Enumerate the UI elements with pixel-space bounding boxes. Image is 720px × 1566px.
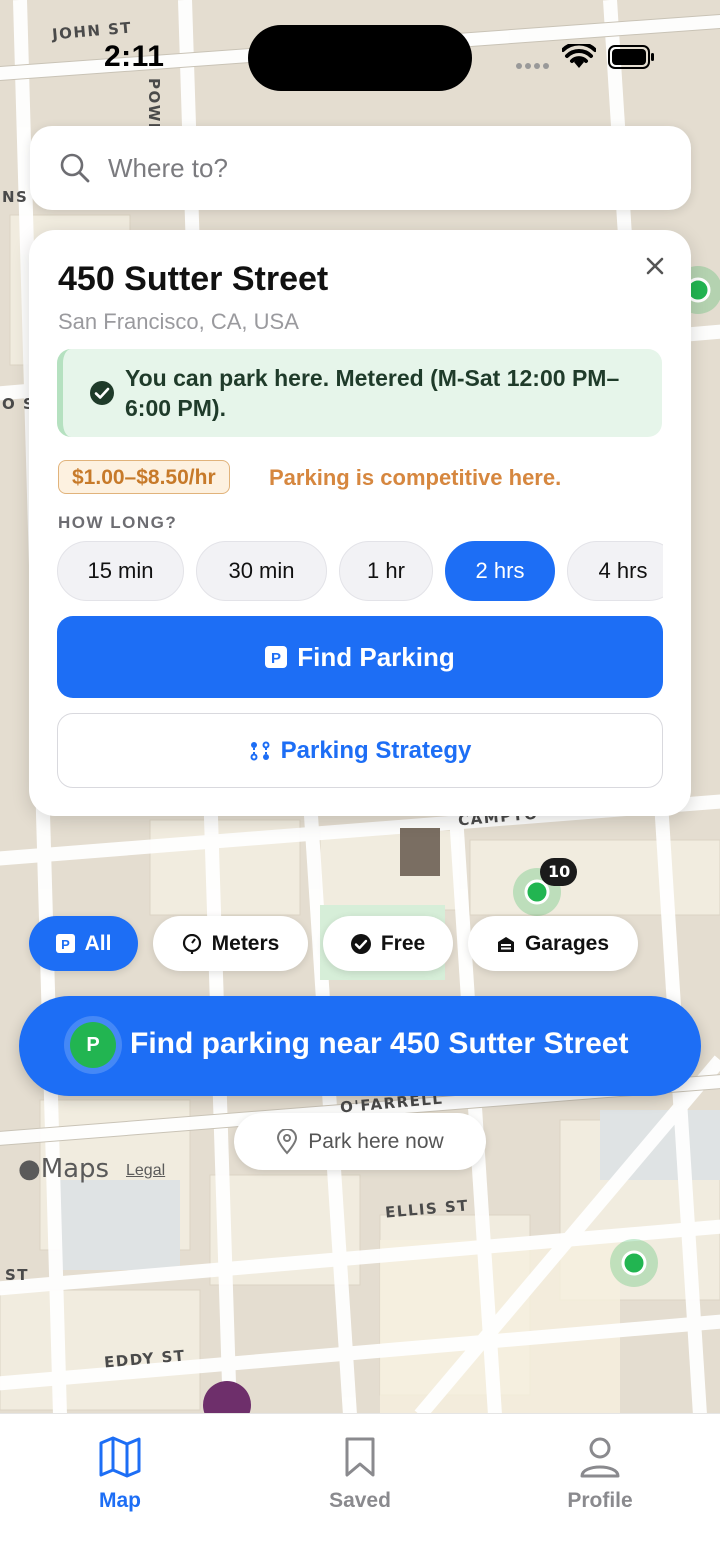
duration-heading: HOW LONG? bbox=[58, 513, 178, 532]
location-pin-icon bbox=[277, 1128, 298, 1154]
svg-text:P: P bbox=[271, 650, 281, 667]
location-title: 450 Sutter Street bbox=[58, 260, 329, 298]
search-bar[interactable]: Where to? bbox=[30, 126, 691, 210]
parking-status-text: You can park here. Metered (M-Sat 12:00 … bbox=[125, 365, 620, 421]
filter-meters-label: Meters bbox=[211, 931, 280, 955]
close-icon[interactable] bbox=[641, 252, 669, 280]
find-parking-label: Find Parking bbox=[297, 641, 455, 672]
svg-text:P: P bbox=[61, 937, 70, 952]
cluster-count[interactable]: 10 bbox=[548, 862, 570, 881]
tab-bar: Map Saved Profile bbox=[0, 1413, 720, 1566]
tab-map[interactable]: Map bbox=[60, 1436, 180, 1513]
status-time: 2:11 bbox=[104, 40, 165, 73]
street-label: ST bbox=[5, 1266, 30, 1284]
check-circle-icon bbox=[90, 381, 114, 405]
filter-free[interactable]: Free bbox=[323, 916, 453, 971]
wifi-icon bbox=[562, 44, 596, 68]
search-input[interactable]: Where to? bbox=[108, 153, 228, 184]
filter-garages-label: Garages bbox=[524, 931, 610, 955]
find-parking-nearby-label: Find parking near 450 Sutter Street bbox=[130, 1027, 629, 1060]
tab-profile[interactable]: Profile bbox=[540, 1436, 660, 1513]
find-parking-button[interactable]: P Find Parking bbox=[57, 616, 663, 698]
dynamic-island bbox=[248, 25, 472, 91]
parking-strategy-button[interactable]: Parking Strategy bbox=[57, 713, 663, 788]
status-bar: 2:11 bbox=[0, 0, 720, 110]
location-subtitle: San Francisco, CA, USA bbox=[58, 309, 299, 334]
park-here-now-button[interactable]: Park here now bbox=[234, 1113, 486, 1170]
garage-icon bbox=[497, 936, 514, 952]
duration-chip-15-min[interactable]: 15 min bbox=[57, 541, 184, 601]
signal-icon bbox=[516, 63, 549, 69]
tab-saved-label: Saved bbox=[329, 1489, 391, 1512]
parking-badge-icon: P bbox=[70, 1022, 116, 1068]
filter-meters[interactable]: Meters bbox=[153, 916, 308, 971]
filter-all-label: All bbox=[84, 931, 112, 955]
apple-maps-logo: ●Maps bbox=[18, 1154, 109, 1184]
street-label: NS bbox=[2, 188, 29, 206]
tab-profile-label: Profile bbox=[567, 1489, 633, 1512]
map-icon bbox=[99, 1436, 141, 1478]
competition-note: Parking is competitive here. bbox=[269, 465, 562, 490]
person-icon bbox=[580, 1437, 620, 1478]
filter-all[interactable]: P All bbox=[29, 916, 138, 971]
parking-icon: P bbox=[265, 646, 288, 668]
parking-icon: P bbox=[55, 934, 75, 953]
park-here-now-label: Park here now bbox=[308, 1129, 444, 1153]
parking-strategy-label: Parking Strategy bbox=[280, 736, 472, 764]
route-icon bbox=[250, 741, 270, 760]
apple-icon: ● bbox=[18, 1154, 41, 1184]
duration-chip-4-hrs[interactable]: 4 hrs bbox=[567, 541, 663, 601]
find-parking-nearby-button[interactable]: P Find parking near 450 Sutter Street bbox=[19, 996, 701, 1096]
check-circle-icon bbox=[350, 933, 371, 954]
search-icon bbox=[60, 153, 90, 183]
duration-selector: 15 min 30 min 1 hr 2 hrs 4 hrs bbox=[57, 541, 663, 603]
duration-chip-30-min[interactable]: 30 min bbox=[196, 541, 327, 601]
duration-chip-1-hr[interactable]: 1 hr bbox=[339, 541, 433, 601]
price-badge: $1.00–$8.50/hr bbox=[58, 460, 230, 494]
maps-wordmark: Maps bbox=[40, 1154, 110, 1184]
location-card: 450 Sutter Street San Francisco, CA, USA… bbox=[29, 230, 691, 816]
parking-status-banner: You can park here. Metered (M-Sat 12:00 … bbox=[57, 349, 662, 437]
filter-garages[interactable]: Garages bbox=[468, 916, 638, 971]
tab-saved[interactable]: Saved bbox=[300, 1436, 420, 1513]
battery-icon bbox=[608, 45, 654, 69]
bookmark-icon bbox=[345, 1437, 375, 1477]
filter-free-label: Free bbox=[380, 931, 426, 955]
legal-link[interactable]: Legal bbox=[126, 1162, 165, 1180]
duration-chip-2-hrs[interactable]: 2 hrs bbox=[445, 541, 555, 601]
meter-icon bbox=[182, 933, 201, 954]
tab-map-label: Map bbox=[99, 1489, 141, 1512]
